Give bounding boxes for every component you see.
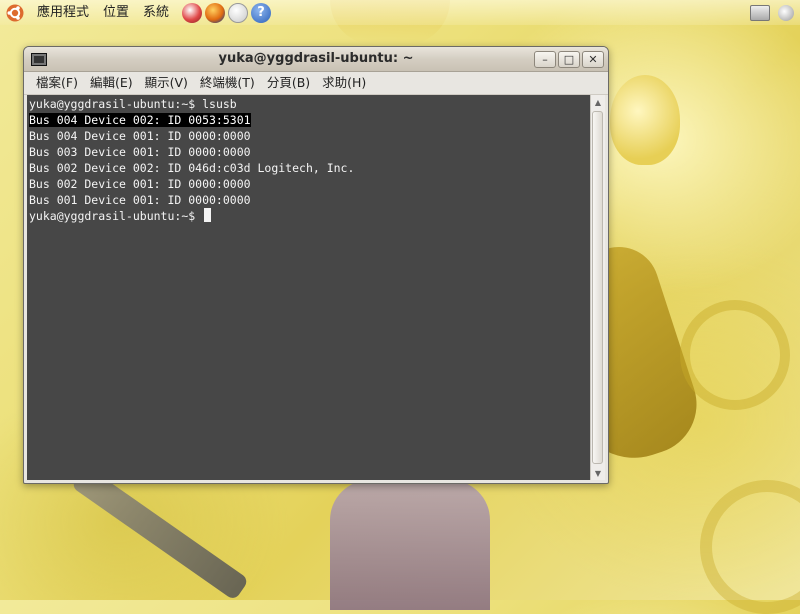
tray-status-icon[interactable]: [778, 4, 794, 21]
wallpaper-swirl-decoration: [680, 300, 790, 410]
terminal-output-line: Bus 004 Device 001: ID 0000:0000: [29, 129, 251, 143]
evolution-icon[interactable]: [182, 2, 203, 23]
terminal-prompt-line: yuka@yggdrasil-ubuntu:~$: [29, 208, 590, 224]
terminal-output[interactable]: yuka@yggdrasil-ubuntu:~$ lsusb Bus 004 D…: [27, 95, 590, 480]
wallpaper-flower-decoration: [610, 75, 680, 165]
panel-menu-applications[interactable]: 應用程式: [30, 0, 96, 25]
terminal-output-line: Bus 002 Device 002: ID 046d:c03d Logitec…: [29, 161, 355, 175]
panel-menu-places[interactable]: 位置: [96, 0, 136, 25]
menu-edit[interactable]: 編輯(E): [84, 72, 139, 94]
terminal-output-line: Bus 002 Device 001: ID 0000:0000: [29, 177, 251, 191]
terminal-scrollbar[interactable]: ▲ ▼: [590, 95, 605, 480]
printer-icon[interactable]: [750, 4, 770, 21]
help-icon[interactable]: ?: [251, 2, 272, 23]
minimize-button[interactable]: –: [534, 50, 556, 68]
window-titlebar[interactable]: yuka@yggdrasil-ubuntu: ~ – □ ✕: [24, 47, 608, 72]
menu-file[interactable]: 檔案(F): [30, 72, 84, 94]
wallpaper-sword-decoration: [70, 464, 250, 602]
maximize-button[interactable]: □: [558, 50, 580, 68]
wallpaper-swirl-decoration: [700, 480, 800, 614]
system-tray: [750, 4, 794, 21]
window-title: yuka@yggdrasil-ubuntu: ~: [218, 51, 414, 66]
window-controls: – □ ✕: [534, 50, 604, 68]
terminal-output-line: Bus 003 Device 001: ID 0000:0000: [29, 145, 251, 159]
selected-text: Bus 004 Device 002: ID 0053:5301: [29, 113, 251, 127]
terminal-command-line: yuka@yggdrasil-ubuntu:~$ lsusb: [29, 96, 590, 112]
close-button[interactable]: ✕: [582, 50, 604, 68]
top-panel: 應用程式 位置 系統 ?: [0, 0, 800, 25]
menu-view[interactable]: 顯示(V): [139, 72, 194, 94]
firefox-icon[interactable]: [205, 2, 226, 23]
scroll-up-icon[interactable]: ▲: [591, 95, 605, 109]
window-menubar: 檔案(F) 編輯(E) 顯示(V) 終端機(T) 分頁(B) 求助(H): [24, 72, 608, 95]
terminal-prompt: yuka@yggdrasil-ubuntu:~$: [29, 97, 203, 111]
mail-icon[interactable]: [228, 2, 249, 23]
scroll-down-icon[interactable]: ▼: [591, 466, 605, 480]
ubuntu-logo-icon[interactable]: [6, 4, 24, 22]
menu-terminal[interactable]: 終端機(T): [194, 72, 261, 94]
menu-tabs[interactable]: 分頁(B): [261, 72, 316, 94]
terminal-output-line: Bus 001 Device 001: ID 0000:0000: [29, 193, 251, 207]
menu-help[interactable]: 求助(H): [316, 72, 372, 94]
text-cursor: [204, 208, 212, 222]
terminal-prompt: yuka@yggdrasil-ubuntu:~$: [29, 209, 203, 223]
terminal-window: yuka@yggdrasil-ubuntu: ~ – □ ✕ 檔案(F) 編輯(…: [23, 46, 609, 484]
terminal-command: lsusb: [202, 97, 237, 111]
terminal-output-line: Bus 004 Device 002: ID 0053:5301: [29, 112, 590, 128]
wallpaper-figure-decoration: [330, 480, 490, 610]
terminal-area: yuka@yggdrasil-ubuntu:~$ lsusb Bus 004 D…: [27, 95, 605, 480]
scrollbar-thumb[interactable]: [592, 111, 603, 464]
panel-launchers: ?: [182, 2, 272, 23]
panel-menu-system[interactable]: 系統: [136, 0, 176, 25]
